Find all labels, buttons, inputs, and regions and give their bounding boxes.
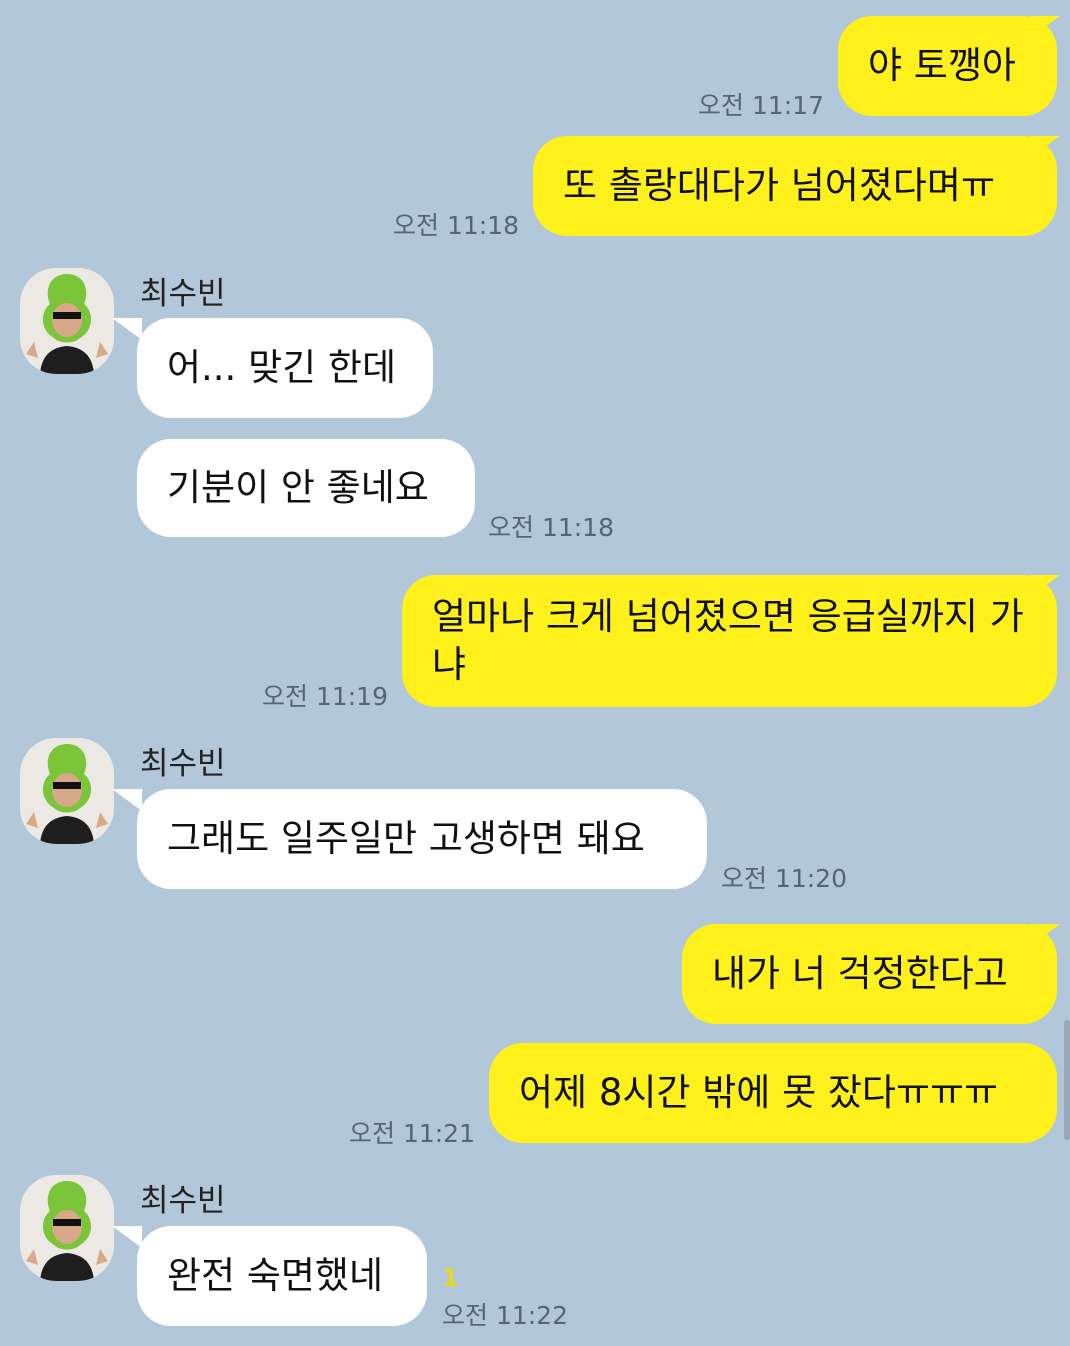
bubble-tail (112, 1226, 142, 1248)
message-text: 완전 숙면했네 (167, 1254, 384, 1297)
avatar-image (20, 738, 114, 844)
message-text: 얼마나 크게 넘어졌으면 응급실까지 가냐 (432, 595, 1024, 686)
my-message-bubble[interactable]: 또 촐랑대다가 넘어졌다며ㅠ (533, 136, 1057, 236)
message-text: 야 토깽아 (868, 44, 1016, 87)
contact-name: 최수빈 (140, 276, 226, 312)
unread-count: 1 (442, 1264, 459, 1292)
message-time: 오전 11:22 (442, 1301, 568, 1330)
their-message-bubble[interactable]: 기분이 안 좋네요 (137, 439, 475, 537)
message-text: 어... 맞긴 한데 (167, 346, 397, 389)
my-message-bubble[interactable]: 어제 8시간 밖에 못 잤다ㅠㅠㅠ (489, 1043, 1057, 1143)
their-message-bubble[interactable]: 완전 숙면했네 (137, 1226, 427, 1326)
message-time: 오전 11:18 (488, 513, 614, 542)
message-time: 오전 11:21 (349, 1119, 475, 1148)
message-time: 오전 11:18 (393, 211, 519, 240)
my-message-bubble[interactable]: 내가 너 걱정한다고 (682, 924, 1057, 1024)
message-text: 기분이 안 좋네요 (167, 466, 429, 509)
chat-room: 야 토깽아 오전 11:17 또 촐랑대다가 넘어졌다며ㅠ 오전 11:18 최… (0, 0, 1070, 1346)
their-message-bubble[interactable]: 어... 맞긴 한데 (137, 318, 433, 418)
contact-avatar[interactable] (20, 738, 114, 844)
message-text: 또 촐랑대다가 넘어졌다며ㅠ (563, 164, 996, 207)
contact-avatar[interactable] (20, 268, 114, 374)
my-message-bubble[interactable]: 야 토깽아 (838, 16, 1057, 116)
contact-name: 최수빈 (140, 1183, 226, 1219)
message-time: 오전 11:17 (698, 91, 824, 120)
bubble-tail (112, 318, 142, 340)
their-message-bubble[interactable]: 그래도 일주일만 고생하면 돼요 (137, 789, 707, 889)
my-message-bubble[interactable]: 얼마나 크게 넘어졌으면 응급실까지 가냐 (402, 575, 1057, 707)
contact-avatar[interactable] (20, 1175, 114, 1281)
message-text: 내가 너 걱정한다고 (712, 952, 1008, 995)
message-text: 어제 8시간 밖에 못 잤다ㅠㅠㅠ (519, 1071, 999, 1114)
scrollbar[interactable] (1064, 1020, 1070, 1140)
message-time: 오전 11:19 (262, 682, 388, 711)
bubble-tail (112, 789, 142, 811)
avatar-image (20, 1175, 114, 1281)
avatar-image (20, 268, 114, 374)
contact-name: 최수빈 (140, 746, 226, 782)
message-time: 오전 11:20 (721, 864, 847, 893)
message-text: 그래도 일주일만 고생하면 돼요 (167, 817, 645, 860)
